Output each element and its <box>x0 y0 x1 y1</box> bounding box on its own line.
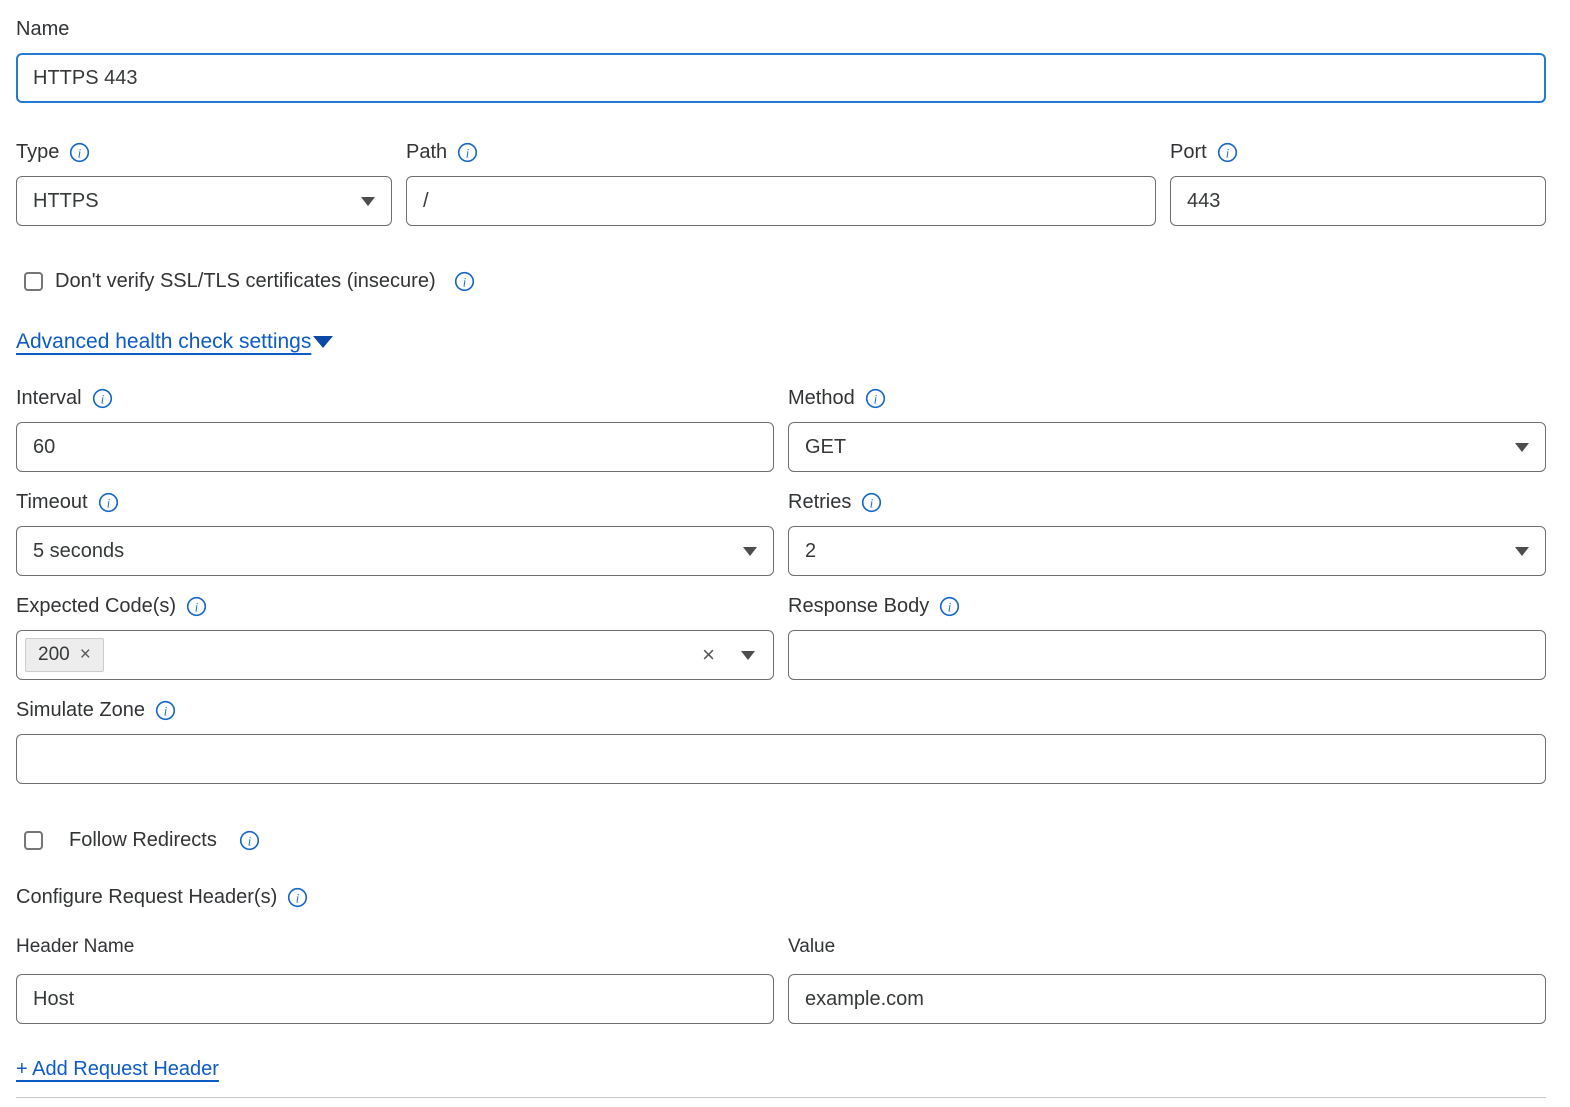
ssl-verify-row: Don't verify SSL/TLS certificates (insec… <box>16 270 1546 293</box>
info-icon[interactable]: i <box>92 388 113 409</box>
retries-select-value: 2 <box>805 540 1515 563</box>
caret-down-icon <box>1515 547 1529 556</box>
name-input[interactable] <box>16 53 1546 103</box>
retries-select[interactable]: 2 <box>788 526 1546 576</box>
info-icon[interactable]: i <box>186 596 207 617</box>
expected-codes-field: Expected Code(s) i 200 × × <box>16 595 774 680</box>
header-value-field: Value <box>788 936 1546 1024</box>
clear-icon[interactable]: × <box>702 644 715 666</box>
svg-text:i: i <box>100 392 104 406</box>
header-value-input[interactable] <box>788 974 1546 1024</box>
header-value-label: Value <box>788 936 1546 958</box>
svg-text:i: i <box>462 275 466 289</box>
svg-text:i: i <box>106 496 110 510</box>
caret-down-icon <box>1515 443 1529 452</box>
info-icon[interactable]: i <box>861 492 882 513</box>
timeout-select[interactable]: 5 seconds <box>16 526 774 576</box>
header-name-field: Header Name <box>16 936 774 1024</box>
info-icon[interactable]: i <box>454 271 475 292</box>
timeout-field: Timeout i 5 seconds <box>16 491 774 576</box>
svg-text:i: i <box>948 600 952 614</box>
info-icon[interactable]: i <box>939 596 960 617</box>
health-check-form: Name Type i HTTPS Path i <box>0 0 1570 1107</box>
type-label: Type <box>16 141 59 164</box>
simulate-zone-field: Simulate Zone i <box>16 699 1546 784</box>
expected-code-tag-value: 200 <box>38 644 70 666</box>
type-select-value: HTTPS <box>33 190 361 213</box>
add-request-header-link-label: + Add Request Header <box>16 1058 219 1081</box>
interval-input[interactable] <box>16 422 774 472</box>
svg-text:i: i <box>248 834 252 848</box>
follow-redirects-label: Follow Redirects <box>69 829 217 852</box>
svg-text:i: i <box>195 600 199 614</box>
request-headers-heading: Configure Request Header(s) <box>16 886 277 909</box>
retries-field: Retries i 2 <box>788 491 1546 576</box>
info-icon[interactable]: i <box>1217 142 1238 163</box>
retries-label: Retries <box>788 491 851 514</box>
info-icon[interactable]: i <box>457 142 478 163</box>
port-field: Port i <box>1170 141 1546 226</box>
interval-field: Interval i <box>16 387 774 472</box>
method-select-value: GET <box>805 436 1515 459</box>
caret-down-icon <box>361 197 375 206</box>
expected-code-tag: 200 × <box>25 638 104 672</box>
advanced-settings-link[interactable]: Advanced health check settings <box>16 330 333 354</box>
response-body-label: Response Body <box>788 595 929 618</box>
simulate-zone-input[interactable] <box>16 734 1546 784</box>
add-request-header-link[interactable]: + Add Request Header <box>16 1058 219 1081</box>
header-name-label: Header Name <box>16 936 774 958</box>
port-input[interactable] <box>1170 176 1546 226</box>
path-label: Path <box>406 141 447 164</box>
expected-codes-label: Expected Code(s) <box>16 595 176 618</box>
follow-redirects-row: Follow Redirects i <box>16 829 1546 852</box>
svg-text:i: i <box>873 392 877 406</box>
type-field: Type i HTTPS <box>16 141 392 226</box>
method-select[interactable]: GET <box>788 422 1546 472</box>
request-header-row: Header Name Value <box>16 936 1546 1024</box>
interval-label: Interval <box>16 387 82 410</box>
ssl-verify-checkbox[interactable] <box>24 272 43 291</box>
info-icon[interactable]: i <box>239 830 260 851</box>
info-icon[interactable]: i <box>98 492 119 513</box>
section-divider <box>16 1097 1546 1098</box>
info-icon[interactable]: i <box>287 887 308 908</box>
response-body-input[interactable] <box>788 630 1546 680</box>
path-field: Path i <box>406 141 1156 226</box>
name-label-row: Name <box>16 18 1546 41</box>
simulate-zone-label: Simulate Zone <box>16 699 145 722</box>
ssl-verify-label: Don't verify SSL/TLS certificates (insec… <box>55 270 436 293</box>
type-select[interactable]: HTTPS <box>16 176 392 226</box>
caret-down-icon <box>313 336 333 348</box>
header-name-input[interactable] <box>16 974 774 1024</box>
method-label: Method <box>788 387 855 410</box>
info-icon[interactable]: i <box>69 142 90 163</box>
info-icon[interactable]: i <box>155 700 176 721</box>
svg-text:i: i <box>296 891 300 905</box>
svg-text:i: i <box>164 704 168 718</box>
caret-down-icon <box>743 547 757 556</box>
request-headers-heading-row: Configure Request Header(s) i <box>16 886 1546 909</box>
svg-text:i: i <box>466 146 470 160</box>
svg-text:i: i <box>870 496 874 510</box>
caret-down-icon[interactable] <box>741 651 755 660</box>
expected-codes-multiselect[interactable]: 200 × × <box>16 630 774 680</box>
method-field: Method i GET <box>788 387 1546 472</box>
port-label: Port <box>1170 141 1207 164</box>
response-body-field: Response Body i <box>788 595 1546 680</box>
advanced-settings-link-label: Advanced health check settings <box>16 330 311 354</box>
tag-remove-icon[interactable]: × <box>80 644 91 666</box>
name-label: Name <box>16 18 69 41</box>
path-input[interactable] <box>406 176 1156 226</box>
timeout-select-value: 5 seconds <box>33 540 743 563</box>
timeout-label: Timeout <box>16 491 88 514</box>
info-icon[interactable]: i <box>865 388 886 409</box>
svg-text:i: i <box>78 146 82 160</box>
svg-text:i: i <box>1225 146 1229 160</box>
follow-redirects-checkbox[interactable] <box>24 831 43 850</box>
